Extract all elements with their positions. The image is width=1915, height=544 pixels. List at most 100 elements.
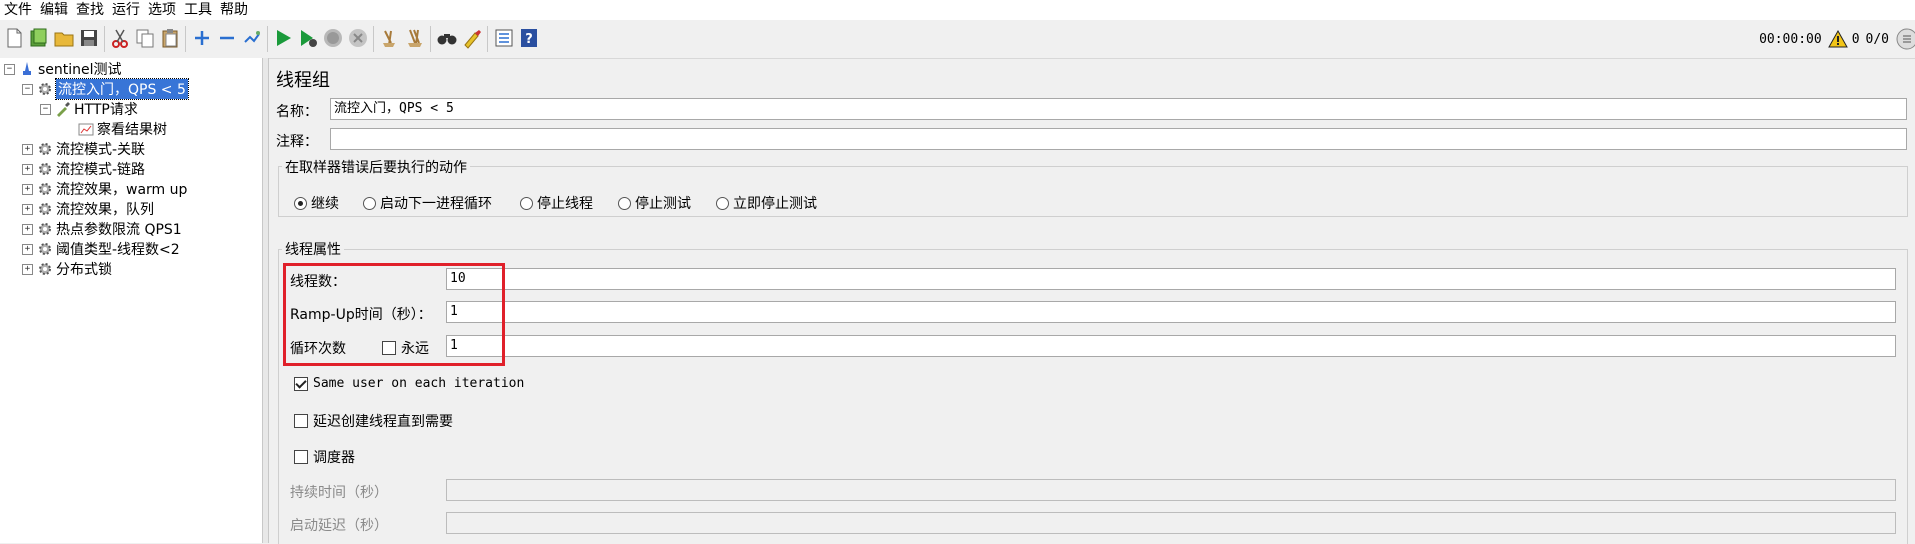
checkbox[interactable] — [294, 450, 308, 464]
tree-node-http-request[interactable]: − HTTP请求 — [40, 99, 138, 119]
checkbox-label: 延迟创建线程直到需要 — [313, 414, 453, 430]
tree-node-thread-group[interactable]: + 阈值类型-线程数<2 — [22, 239, 180, 259]
toolbar: ? — [0, 20, 1915, 59]
warning-icon[interactable] — [1827, 30, 1848, 48]
tree-node-thread-group[interactable]: + 流控效果，warm up — [22, 179, 187, 199]
checkbox-label: 调度器 — [313, 450, 355, 466]
radio-button[interactable] — [363, 196, 376, 210]
menu-help[interactable]: 帮助 — [216, 0, 252, 20]
save-icon[interactable] — [78, 27, 100, 49]
expand-toggle[interactable]: + — [22, 263, 33, 275]
radio-continue[interactable]: 继续 — [294, 193, 339, 213]
menu-file[interactable]: 文件 — [0, 0, 36, 20]
collapse-toggle[interactable]: − — [40, 103, 51, 115]
expand-toggle[interactable]: + — [22, 223, 33, 235]
checkbox[interactable] — [294, 376, 308, 391]
warning-count: 0 — [1851, 31, 1860, 47]
scheduler-checkbox[interactable]: 调度器 — [294, 447, 355, 467]
split-pane-divider[interactable] — [263, 58, 269, 543]
tree-node-thread-group[interactable]: + 分布式锁 — [22, 259, 112, 279]
duration-label: 持续时间（秒） — [290, 485, 388, 501]
radio-label: 启动下一进程循环 — [380, 196, 492, 212]
templates-icon[interactable] — [28, 27, 50, 49]
cut-icon[interactable] — [109, 27, 131, 49]
radio-button[interactable] — [618, 196, 631, 210]
status-area: 00:00:00 0 0/0 — [1759, 20, 1915, 58]
stop-icon[interactable] — [322, 27, 344, 49]
tree-node-label: HTTP请求 — [74, 102, 138, 118]
menu-edit[interactable]: 编辑 — [36, 0, 72, 20]
expand-toggle[interactable]: + — [22, 243, 33, 255]
tree-node-label: 阈值类型-线程数<2 — [56, 242, 180, 258]
radio-stop-test-now[interactable]: 立即停止测试 — [716, 193, 817, 213]
clear-all-icon[interactable] — [404, 27, 426, 49]
startup-delay-label: 启动延迟（秒） — [290, 518, 388, 534]
new-file-icon[interactable] — [3, 27, 25, 49]
comment-field[interactable] — [330, 128, 1907, 150]
function-helper-icon[interactable] — [493, 27, 515, 49]
collapse-toggle[interactable]: − — [4, 63, 15, 75]
paste-icon[interactable] — [159, 27, 181, 49]
collapse-icon[interactable] — [216, 27, 238, 49]
menu-tools[interactable]: 工具 — [180, 0, 216, 20]
start-icon[interactable] — [272, 27, 294, 49]
menu-search[interactable]: 查找 — [72, 0, 108, 20]
menu-run[interactable]: 运行 — [108, 0, 144, 20]
annotation-highlight-box — [283, 263, 505, 366]
reset-search-icon[interactable] — [461, 27, 483, 49]
active-threads: 0/0 — [1865, 31, 1889, 47]
thread-properties-title: 线程属性 — [282, 239, 344, 259]
tree-node-thread-group[interactable]: + 流控模式-关联 — [22, 139, 145, 159]
radio-stop-thread[interactable]: 停止线程 — [520, 193, 593, 213]
checkbox[interactable] — [294, 414, 308, 428]
elapsed-timer: 00:00:00 — [1759, 31, 1822, 47]
radio-button[interactable] — [294, 196, 307, 210]
loop-count-field[interactable]: 1 — [446, 335, 1896, 357]
test-plan-icon — [23, 62, 31, 75]
tree-node-thread-group-selected[interactable]: − 流控入门，QPS < 5 — [22, 78, 189, 100]
duration-field — [446, 479, 1896, 501]
radio-label: 继续 — [311, 196, 339, 212]
search-icon[interactable] — [436, 27, 458, 49]
tree-node-thread-group[interactable]: + 流控效果，队列 — [22, 199, 154, 219]
expand-toggle[interactable]: + — [22, 183, 33, 195]
open-folder-icon[interactable] — [53, 27, 75, 49]
gear-icon — [39, 143, 51, 155]
tree-node-label: 流控模式-链路 — [56, 162, 146, 178]
radio-button[interactable] — [716, 196, 729, 210]
expand-toggle[interactable]: + — [22, 143, 33, 155]
delay-thread-creation-checkbox[interactable]: 延迟创建线程直到需要 — [294, 411, 453, 431]
gear-icon — [39, 83, 51, 95]
tree-node-thread-group[interactable]: + 热点参数限流 QPS1 — [22, 219, 182, 239]
rampup-field[interactable]: 1 — [446, 301, 1896, 323]
tree-node-results-tree[interactable]: 察看结果树 — [78, 119, 167, 139]
same-user-checkbox[interactable]: Same user on each iteration — [294, 376, 524, 391]
shutdown-icon[interactable] — [347, 27, 369, 49]
start-no-pause-icon[interactable] — [297, 27, 319, 49]
startup-delay-field — [446, 512, 1896, 534]
radio-button[interactable] — [520, 196, 533, 210]
remote-status-icon — [1896, 28, 1915, 50]
tree-node-label: 热点参数限流 QPS1 — [56, 222, 182, 238]
menu-options[interactable]: 选项 — [144, 0, 180, 20]
comment-label: 注释： — [276, 134, 318, 150]
radio-start-next-loop[interactable]: 启动下一进程循环 — [363, 193, 492, 213]
gear-icon — [39, 203, 51, 215]
expand-toggle[interactable]: + — [22, 163, 33, 175]
name-field[interactable]: 流控入门，QPS < 5 — [330, 98, 1907, 120]
gear-icon — [39, 223, 51, 235]
help-icon[interactable]: ? — [518, 27, 540, 49]
tree-node-thread-group[interactable]: + 流控模式-链路 — [22, 159, 145, 179]
toggle-icon[interactable] — [241, 27, 263, 49]
svg-text:?: ? — [525, 32, 533, 47]
tree-node-test-plan[interactable]: − sentinel测试 — [4, 59, 122, 79]
toolbar-separator — [104, 26, 105, 52]
radio-stop-test[interactable]: 停止测试 — [618, 193, 691, 213]
expand-icon[interactable] — [191, 27, 213, 49]
radio-label: 停止测试 — [635, 196, 691, 212]
expand-toggle[interactable]: + — [22, 203, 33, 215]
collapse-toggle[interactable]: − — [22, 83, 33, 95]
clear-icon[interactable] — [379, 27, 401, 49]
copy-icon[interactable] — [134, 27, 156, 49]
threads-field[interactable]: 10 — [446, 268, 1896, 290]
